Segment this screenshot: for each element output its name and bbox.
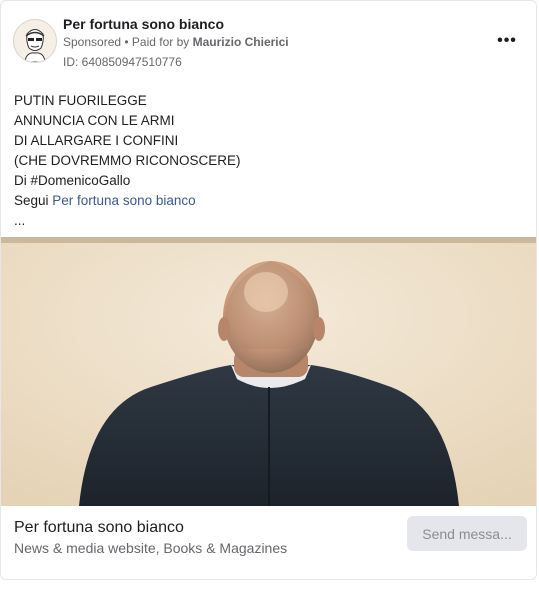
more-options-button[interactable]: ••• (495, 31, 519, 51)
follow-prefix: Segui (14, 193, 53, 208)
ad-id: ID: 640850947510776 (63, 55, 182, 69)
footer-title[interactable]: Per fortuna sono bianco (14, 519, 184, 537)
paid-for-name: Maurizio Chierici (192, 35, 289, 49)
sponsored-label: Sponsored (63, 35, 122, 49)
follow-page-link[interactable]: Per fortuna sono bianco (52, 193, 195, 208)
see-more-ellipsis[interactable]: ... (14, 211, 241, 231)
body-line: PUTIN FUORILEGGE (14, 93, 147, 108)
ad-footer: Per fortuna sono bianco News & media web… (1, 506, 536, 579)
ad-image[interactable] (1, 237, 536, 506)
caricature-avatar-icon (14, 20, 56, 62)
man-back-photo (1, 237, 536, 506)
paid-for-prefix: Paid for by (131, 35, 193, 49)
separator-dot: • (121, 35, 132, 49)
follow-line: Segui Per fortuna sono bianco (14, 191, 241, 211)
body-line: DI ALLARGARE I CONFINI (14, 133, 179, 148)
page-avatar[interactable] (13, 19, 57, 63)
body-line: Di #DomenicoGallo (14, 173, 131, 188)
ad-header: Per fortuna sono bianco Sponsored • Paid… (1, 1, 536, 81)
send-message-button[interactable]: Send messa... (407, 516, 527, 551)
body-line: ANNUNCIA CON LE ARMI (14, 113, 175, 128)
body-line: (CHE DOVREMMO RICONOSCERE) (14, 153, 241, 168)
sponsored-line: Sponsored • Paid for by Maurizio Chieric… (63, 35, 289, 49)
footer-subtitle: News & media website, Books & Magazines (14, 540, 288, 556)
ad-card: Per fortuna sono bianco Sponsored • Paid… (0, 0, 537, 580)
page-name[interactable]: Per fortuna sono bianco (63, 16, 224, 32)
post-body: PUTIN FUORILEGGE ANNUNCIA CON LE ARMI DI… (14, 91, 241, 231)
